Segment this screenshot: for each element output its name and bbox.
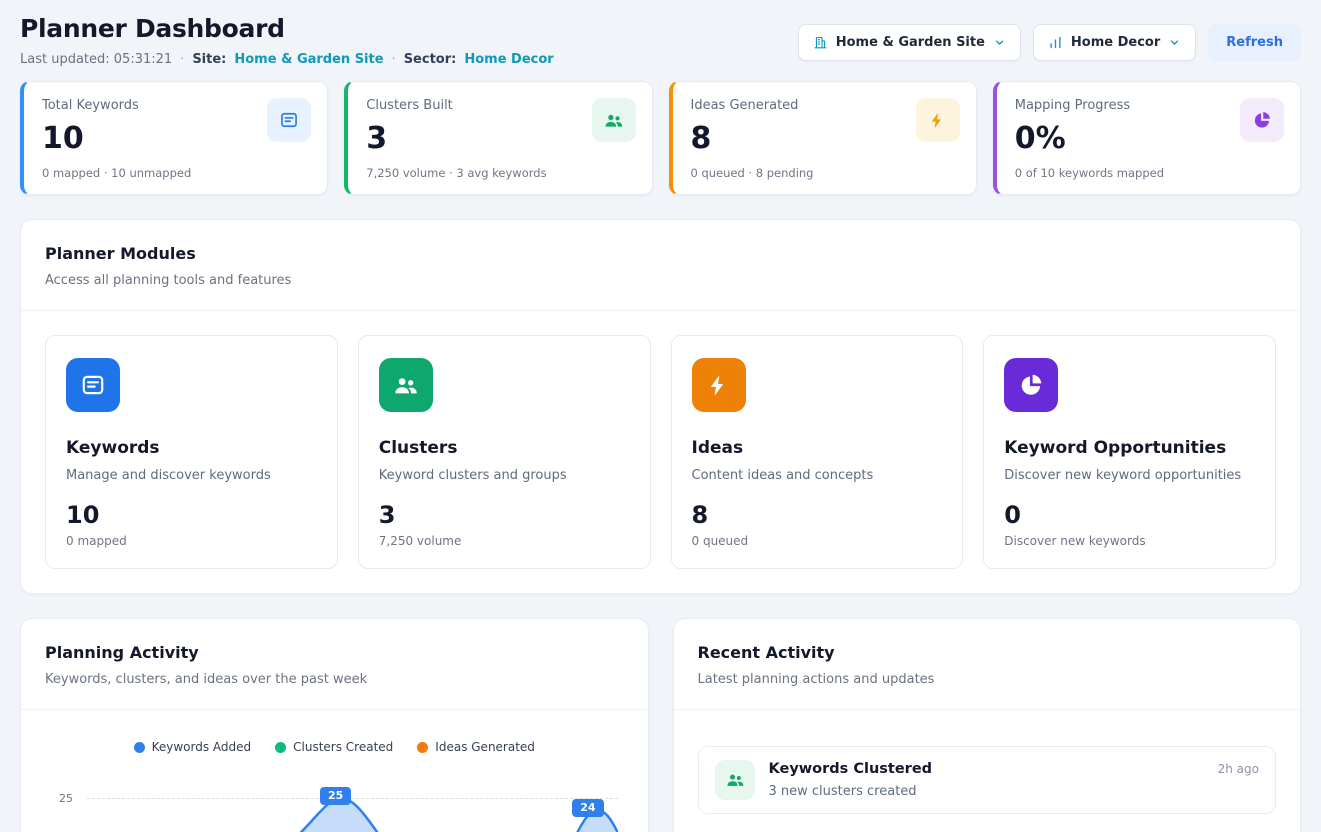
legend-dot-green [275,742,286,753]
legend-dot-blue [134,742,145,753]
planning-activity-body: Keywords Added Clusters Created Ideas Ge… [21,710,648,832]
module-value: 8 [692,501,943,529]
activity-list-item[interactable]: Keywords Clustered 3 new clusters create… [698,746,1277,814]
stat-card-total-keywords[interactable]: Total Keywords 10 0 mapped · 10 unmapped [20,81,328,195]
chevron-down-icon [993,36,1006,49]
bar-chart-icon [1048,35,1063,50]
pie-icon [1004,358,1058,412]
legend-label: Ideas Generated [435,740,535,754]
chart-legend: Keywords Added Clusters Created Ideas Ge… [45,740,624,754]
users-icon [592,98,636,142]
module-title: Keyword Opportunities [1004,438,1255,458]
modules-panel-title: Planner Modules [45,244,1276,263]
modules-panel-subtitle: Access all planning tools and features [45,273,1276,288]
planning-activity-panel: Planning Activity Keywords, clusters, an… [20,618,649,832]
header-left: Planner Dashboard Last updated: 05:31:21… [20,14,554,67]
site-select-dropdown[interactable]: Home & Garden Site [798,24,1021,61]
recent-activity-subtitle: Latest planning actions and updates [698,672,1277,687]
bolt-icon [692,358,746,412]
site-label: Site: [192,52,226,67]
y-axis-tick: 25 [59,792,73,805]
meta-separator: · [392,52,396,67]
stat-card-clusters-built[interactable]: Clusters Built 3 7,250 volume · 3 avg ke… [344,81,652,195]
sector-link[interactable]: Home Decor [464,52,553,67]
sector-select-dropdown[interactable]: Home Decor [1033,24,1196,61]
last-updated-text: Last updated: 05:31:21 [20,52,172,67]
stat-caption: 0 queued · 8 pending [691,166,958,180]
module-description: Keyword clusters and groups [379,468,630,483]
site-select-value: Home & Garden Site [836,35,985,50]
legend-item-ideas-generated: Ideas Generated [417,740,535,754]
users-icon [715,760,755,800]
module-value: 10 [66,501,317,529]
stats-row: Total Keywords 10 0 mapped · 10 unmapped… [20,81,1301,195]
module-value: 0 [1004,501,1255,529]
planning-activity-title: Planning Activity [45,643,624,662]
legend-item-keywords-added: Keywords Added [134,740,252,754]
module-caption: 0 mapped [66,534,317,548]
document-icon [267,98,311,142]
legend-label: Keywords Added [152,740,252,754]
header-controls: Home & Garden Site Home Decor Refresh [798,24,1301,61]
header-meta: Last updated: 05:31:21 · Site: Home & Ga… [20,52,554,67]
module-caption: 0 queued [692,534,943,548]
activity-item-title: Keywords Clustered [769,761,933,777]
module-card-clusters[interactable]: Clusters Keyword clusters and groups 3 7… [358,335,651,569]
legend-dot-orange [417,742,428,753]
module-description: Content ideas and concepts [692,468,943,483]
pie-icon [1240,98,1284,142]
planner-dashboard-page: Planner Dashboard Last updated: 05:31:21… [0,0,1321,832]
bottom-row: Planning Activity Keywords, clusters, an… [20,618,1301,832]
activity-item-timestamp: 2h ago [1218,760,1259,776]
module-caption: Discover new keywords [1004,534,1255,548]
stat-card-ideas-generated[interactable]: Ideas Generated 8 0 queued · 8 pending [669,81,977,195]
module-title: Clusters [379,438,630,458]
planner-modules-panel: Planner Modules Access all planning tool… [20,219,1301,594]
modules-panel-header: Planner Modules Access all planning tool… [21,220,1300,310]
legend-item-clusters-created: Clusters Created [275,740,393,754]
page-header: Planner Dashboard Last updated: 05:31:21… [20,14,1301,67]
stat-caption: 7,250 volume · 3 avg keywords [366,166,633,180]
module-card-ideas[interactable]: Ideas Content ideas and concepts 8 0 que… [671,335,964,569]
sector-label: Sector: [404,52,457,67]
planning-activity-chart[interactable]: 25 25 24 [45,774,624,832]
recent-activity-panel: Recent Activity Latest planning actions … [673,618,1302,832]
stat-card-mapping-progress[interactable]: Mapping Progress 0% 0 of 10 keywords map… [993,81,1301,195]
keywords-added-area-series [87,774,618,832]
legend-label: Clusters Created [293,740,393,754]
module-value: 3 [379,501,630,529]
document-icon [66,358,120,412]
bolt-icon [916,98,960,142]
users-icon [379,358,433,412]
activity-item-texts: Keywords Clustered 3 new clusters create… [769,760,933,799]
module-description: Discover new keyword opportunities [1004,468,1255,483]
planning-activity-subtitle: Keywords, clusters, and ideas over the p… [45,672,624,687]
module-card-keywords[interactable]: Keywords Manage and discover keywords 10… [45,335,338,569]
module-description: Manage and discover keywords [66,468,317,483]
module-card-keyword-opportunities[interactable]: Keyword Opportunities Discover new keywo… [983,335,1276,569]
module-caption: 7,250 volume [379,534,630,548]
chevron-down-icon [1168,36,1181,49]
site-link[interactable]: Home & Garden Site [234,52,383,67]
recent-activity-header: Recent Activity Latest planning actions … [674,619,1301,709]
building-icon [813,35,828,50]
module-title: Ideas [692,438,943,458]
page-title: Planner Dashboard [20,14,554,43]
planning-activity-header: Planning Activity Keywords, clusters, an… [21,619,648,709]
modules-grid: Keywords Manage and discover keywords 10… [21,311,1300,593]
point-label-24: 24 [572,799,603,817]
point-label-25: 25 [320,787,351,805]
sector-select-value: Home Decor [1071,35,1160,50]
meta-separator: · [180,52,184,67]
recent-activity-title: Recent Activity [698,643,1277,662]
activity-item-subtitle: 3 new clusters created [769,784,933,799]
recent-activity-body: Keywords Clustered 3 new clusters create… [674,710,1301,832]
stat-caption: 0 of 10 keywords mapped [1015,166,1282,180]
stat-caption: 0 mapped · 10 unmapped [42,166,309,180]
module-title: Keywords [66,438,317,458]
refresh-button[interactable]: Refresh [1208,24,1301,61]
